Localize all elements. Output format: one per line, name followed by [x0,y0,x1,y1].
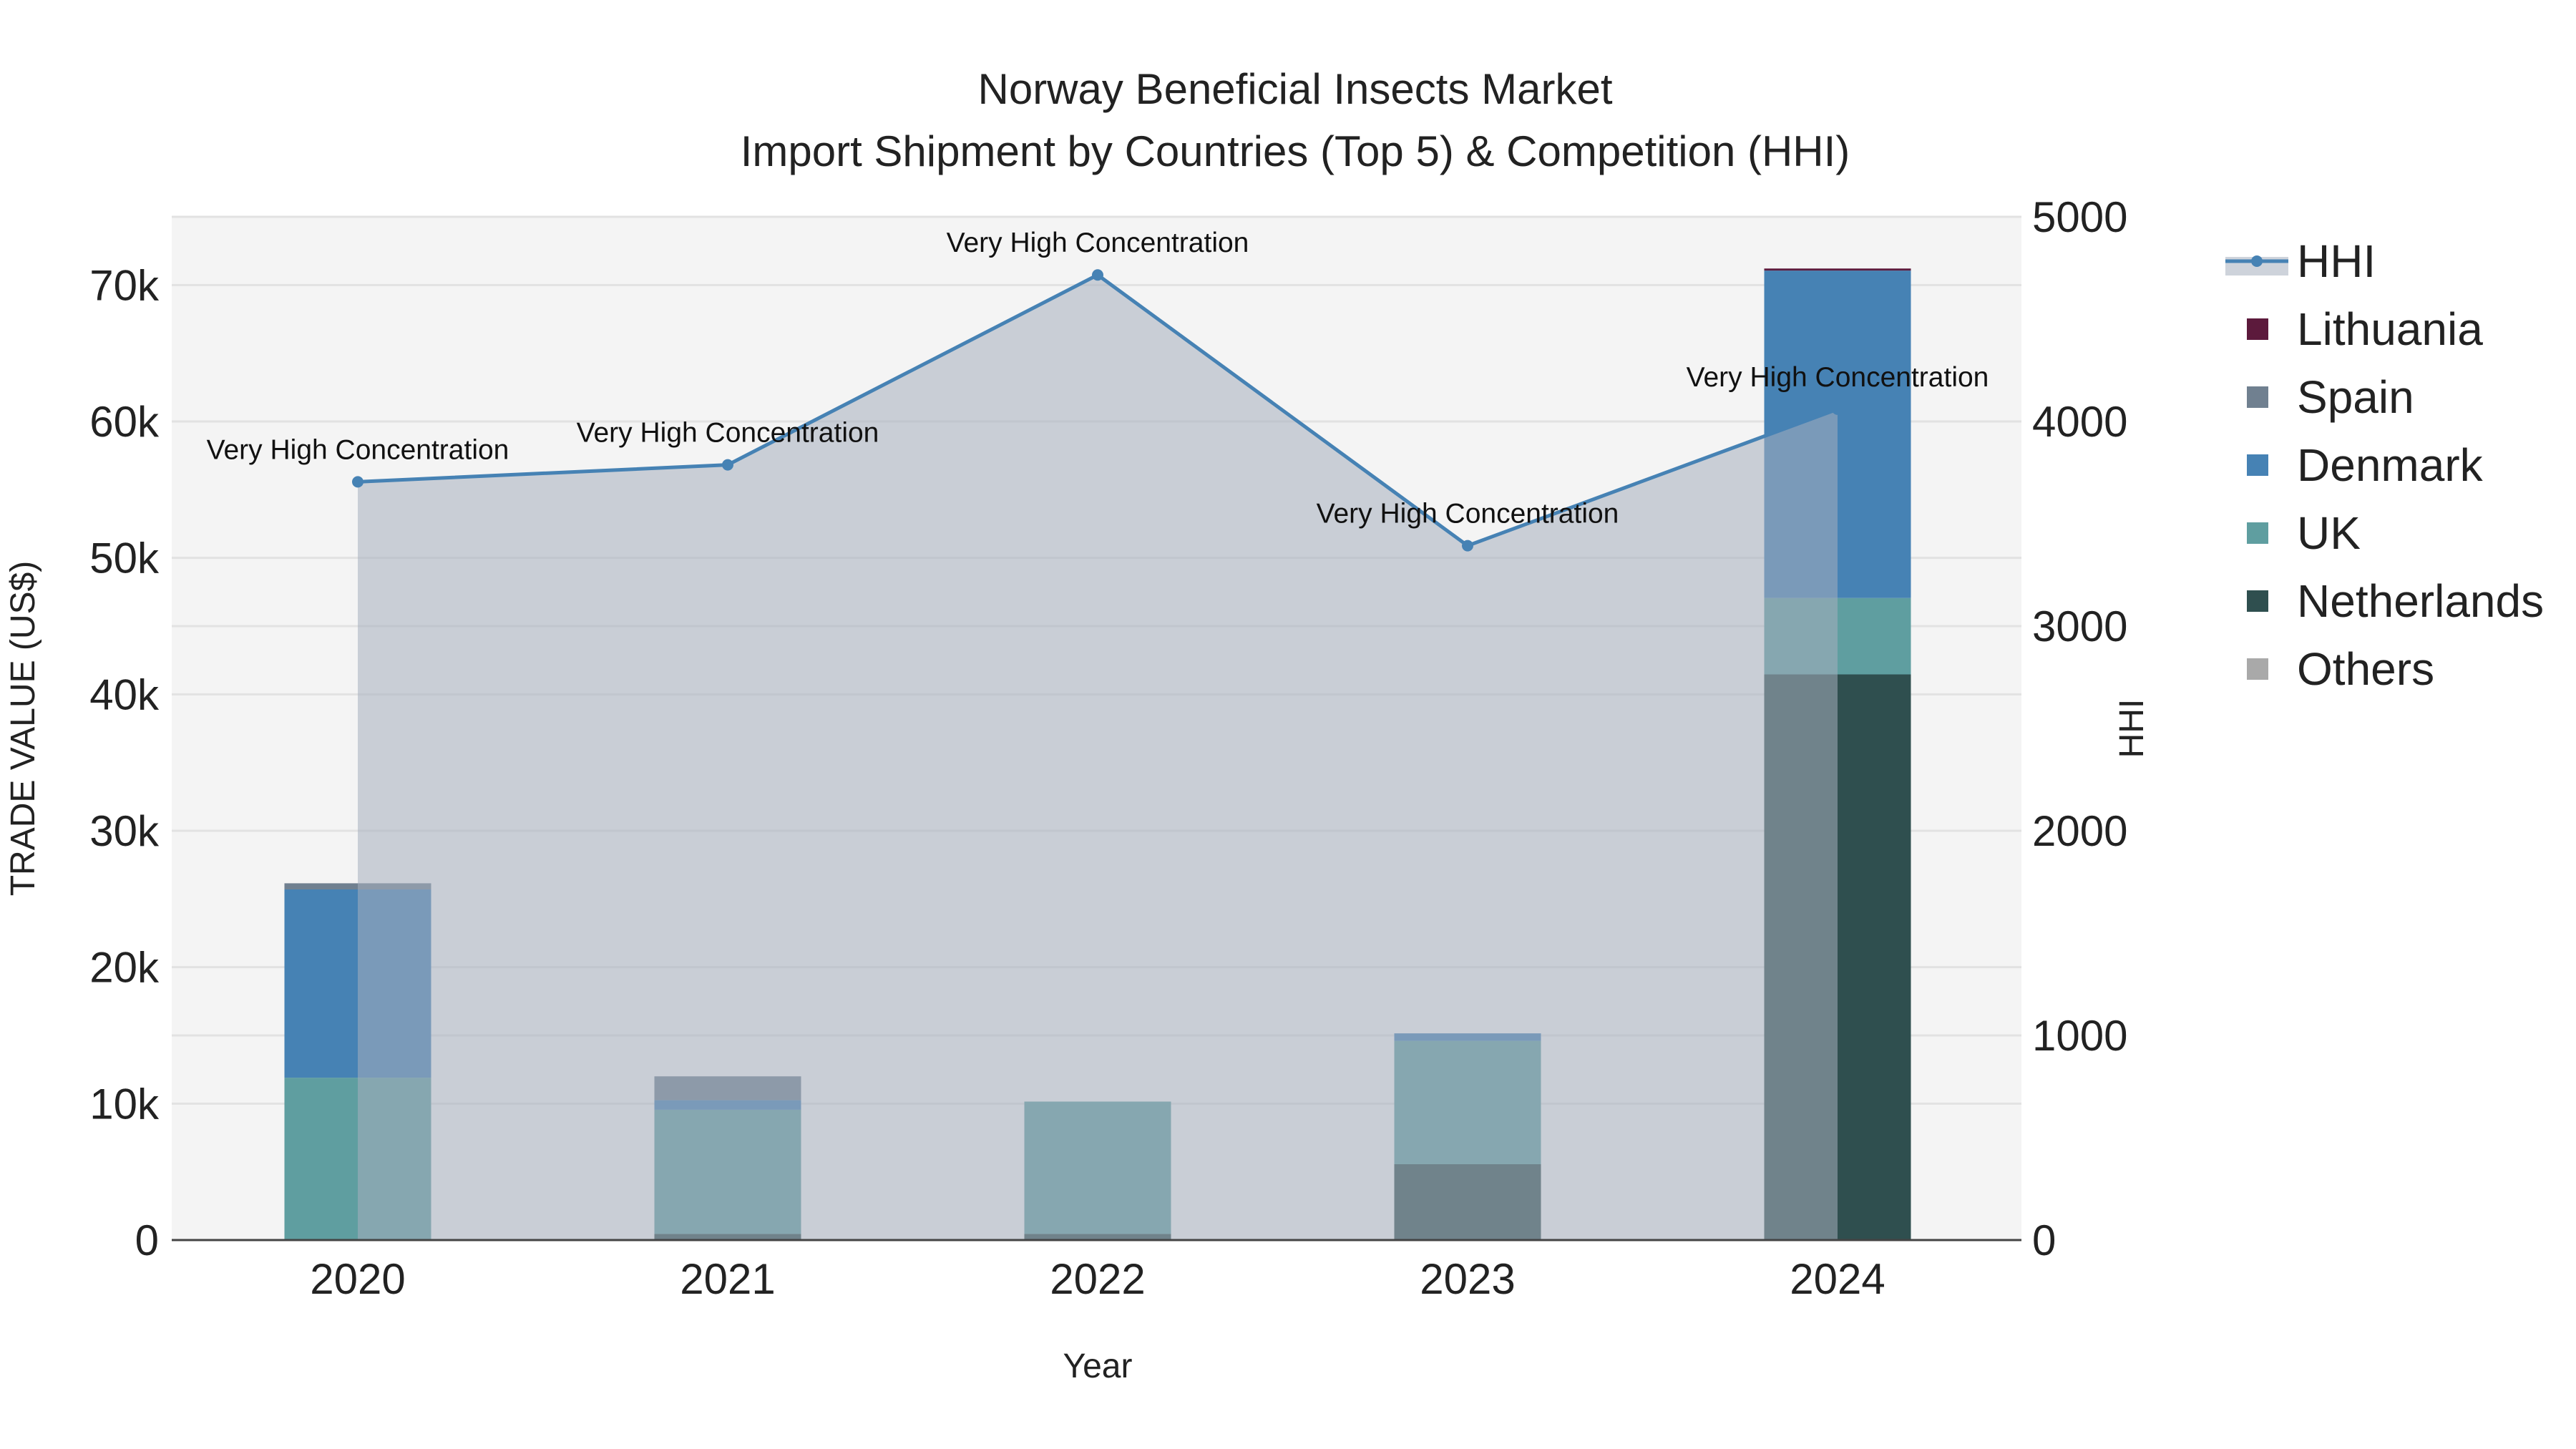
y2-tick-label: 5000 [2032,193,2127,241]
y-tick-label: 50k [89,535,160,582]
hhi-annotation: Very High Concentration [577,418,879,449]
y2-tick-label: 3000 [2032,602,2127,650]
x-tick-label: 2022 [1050,1255,1145,1303]
x-tick-label: 2020 [310,1255,405,1303]
y-tick-label: 70k [89,261,160,309]
legend: HHI Lithuania Spain Denmark UK Netherlands Oth… [2225,235,2544,695]
legend-swatch-uk [2247,522,2268,544]
x-tick-label: 2021 [680,1255,775,1303]
hhi-annotation: Very High Concentration [1687,362,1989,393]
x-axis: 2020 2021 2022 2023 2024 [310,1255,1885,1303]
hhi-marker [1462,540,1473,552]
hhi-annotation: Very High Concentration [947,228,1249,258]
legend-label: Netherlands [2297,575,2544,627]
x-axis-title: Year [1063,1347,1133,1385]
legend-label: Spain [2297,371,2414,423]
x-tick-label: 2024 [1790,1255,1885,1303]
y-tick-label: 10k [89,1080,160,1128]
hhi-marker [352,476,364,488]
x-tick-label: 2023 [1420,1255,1515,1303]
hhi-annotation: Very High Concentration [1317,499,1619,530]
y2-axis-title: HHI [2113,699,2151,758]
chart: Very High Concentration Very High Concent… [4,65,2544,1385]
legend-label: Lithuania [2297,303,2483,355]
y-axis-title: TRADE VALUE (US$) [4,561,42,897]
y2-tick-label: 4000 [2032,398,2127,446]
hhi-marker [722,459,733,471]
y2-tick-label: 1000 [2032,1012,2127,1060]
legend-label: Others [2297,643,2434,695]
legend-swatch-netherlands [2247,590,2268,612]
legend-label: Denmark [2297,439,2484,491]
legend-swatch-spain [2247,386,2268,408]
legend-swatch-denmark [2247,454,2268,476]
y-tick-label: 40k [89,670,160,718]
chart-subtitle: Import Shipment by Countries (Top 5) & C… [741,127,1850,175]
y2-tick-label: 0 [2032,1216,2056,1264]
y-tick-label: 20k [89,944,160,992]
legend-swatch-lithuania [2247,318,2268,340]
y-tick-label: 60k [89,398,160,446]
legend-label: UK [2297,507,2361,559]
y-axis: 0 10k 20k 30k 40k 50k 60k 70k [89,261,160,1264]
legend-swatch-others [2247,658,2268,680]
y-tick-label: 30k [89,807,160,855]
y2-tick-label: 2000 [2032,807,2127,855]
legend-hhi-marker-icon [2251,255,2263,267]
hhi-marker [1092,269,1103,281]
chart-title: Norway Beneficial Insects Market [978,65,1613,113]
bar-lithuania [1764,268,1911,271]
hhi-marker [1832,403,1843,415]
y-tick-label: 0 [135,1216,159,1264]
legend-label: HHI [2297,235,2376,287]
hhi-annotation: Very High Concentration [207,434,509,465]
